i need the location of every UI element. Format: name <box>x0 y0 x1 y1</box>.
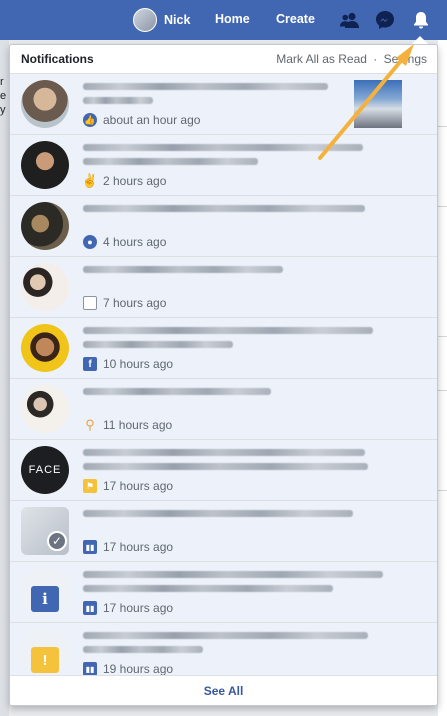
avatar: ! <box>21 629 69 677</box>
notifications-header: Notifications Mark All as Read · Setting… <box>10 45 437 74</box>
divider <box>438 390 447 391</box>
background-page-left: r e y <box>0 40 9 716</box>
avatar <box>21 263 69 311</box>
notification-item[interactable]: f 10 hours ago <box>10 318 437 379</box>
notification-item[interactable]: ● 4 hours ago <box>10 196 437 257</box>
notification-meta: 👍 about an hour ago <box>83 113 200 127</box>
notification-meta: ▮▮ 17 hours ago <box>83 601 173 615</box>
notification-item[interactable]: ✌ 2 hours ago <box>10 135 437 196</box>
notification-item[interactable]: ✓ ▮▮ 17 hours ago <box>10 501 437 562</box>
rock-hand-icon: ✌ <box>81 173 99 188</box>
notification-text-redacted <box>83 510 363 524</box>
group-icon: ● <box>83 235 97 249</box>
see-all-link[interactable]: See All <box>10 675 437 705</box>
notification-time: 17 hours ago <box>103 479 174 493</box>
facebook-icon: f <box>83 357 97 371</box>
notification-meta: 7 hours ago <box>83 296 166 310</box>
notification-text-redacted <box>83 388 363 402</box>
avatar <box>21 141 69 189</box>
separator: · <box>373 52 378 66</box>
profile-link[interactable]: Nick <box>133 7 190 33</box>
notification-meta: ⚲ 11 hours ago <box>83 417 173 432</box>
notification-item[interactable]: i ▮▮ 17 hours ago <box>10 562 437 623</box>
avatar <box>21 202 69 250</box>
page-avatar-text: FACE <box>28 464 62 476</box>
notification-item[interactable]: ⚲ 11 hours ago <box>10 379 437 440</box>
notification-meta: ● 4 hours ago <box>83 235 166 249</box>
notification-item[interactable]: 👍 about an hour ago <box>10 74 437 135</box>
avatar <box>21 385 69 433</box>
notification-time: about an hour ago <box>103 113 201 127</box>
background-text: r <box>0 76 4 88</box>
divider <box>438 206 447 207</box>
notification-meta: ⚑ 17 hours ago <box>83 479 173 493</box>
insights-icon: ▮▮ <box>83 662 97 676</box>
insights-icon: ▮▮ <box>83 601 97 615</box>
notifications-dropdown: Notifications Mark All as Read · Setting… <box>9 44 438 706</box>
notification-text-redacted <box>83 632 368 660</box>
location-pin-icon: ⚲ <box>85 417 95 432</box>
avatar <box>21 80 69 128</box>
insights-icon: ▮▮ <box>83 540 97 554</box>
notification-meta: f 10 hours ago <box>83 357 173 371</box>
notification-list: 👍 about an hour ago ✌ 2 hours ago ● 4 ho… <box>10 74 437 677</box>
notification-text-redacted <box>83 205 365 219</box>
page-flag-icon: ⚑ <box>83 479 97 493</box>
divider <box>438 490 447 491</box>
notification-time: 11 hours ago <box>103 418 173 432</box>
notification-item[interactable]: FACE ⚑ 17 hours ago <box>10 440 437 501</box>
notification-time: 10 hours ago <box>103 357 174 371</box>
like-icon: 👍 <box>83 113 97 127</box>
avatar: i <box>21 568 69 616</box>
notification-text-redacted <box>83 83 345 111</box>
avatar: ✓ <box>21 507 69 555</box>
home-link[interactable]: Home <box>215 12 250 26</box>
notification-meta: ▮▮ 19 hours ago <box>83 662 173 676</box>
friend-requests-icon[interactable] <box>339 9 361 31</box>
header-actions: Mark All as Read · Settings <box>276 52 427 66</box>
avatar <box>21 324 69 372</box>
notification-text-redacted <box>83 449 368 477</box>
divider <box>438 126 447 127</box>
profile-name: Nick <box>164 13 191 27</box>
notification-text-redacted <box>83 571 383 599</box>
panel-title: Notifications <box>21 52 94 66</box>
notification-item[interactable]: 7 hours ago <box>10 257 437 318</box>
notification-item[interactable]: ! ▮▮ 19 hours ago <box>10 623 437 677</box>
notification-text-redacted <box>83 144 363 172</box>
notification-meta: ▮▮ 17 hours ago <box>83 540 173 554</box>
notification-time: 17 hours ago <box>103 540 174 554</box>
create-link[interactable]: Create <box>276 12 315 26</box>
divider <box>438 336 447 337</box>
notification-text-redacted <box>83 327 373 355</box>
background-page-right <box>438 40 447 716</box>
notification-time: 2 hours ago <box>103 174 167 188</box>
avatar: FACE <box>21 446 69 494</box>
settings-link[interactable]: Settings <box>384 52 427 66</box>
dropdown-caret <box>412 36 428 44</box>
background-text: y <box>0 104 6 116</box>
notification-text-redacted <box>83 266 363 280</box>
memory-icon <box>83 296 97 310</box>
notification-time: 17 hours ago <box>103 601 174 615</box>
notification-time: 4 hours ago <box>103 235 167 249</box>
notifications-bell-icon[interactable] <box>410 9 432 31</box>
avatar <box>133 8 157 32</box>
top-navigation-bar: Nick Home Create <box>0 0 447 40</box>
mark-all-read-link[interactable]: Mark All as Read <box>276 52 367 66</box>
notification-time: 19 hours ago <box>103 662 174 676</box>
notification-time: 7 hours ago <box>103 296 167 310</box>
background-text: e <box>0 90 7 102</box>
notification-meta: ✌ 2 hours ago <box>81 173 167 188</box>
messenger-icon[interactable] <box>374 9 396 31</box>
notification-thumbnail <box>354 80 402 128</box>
